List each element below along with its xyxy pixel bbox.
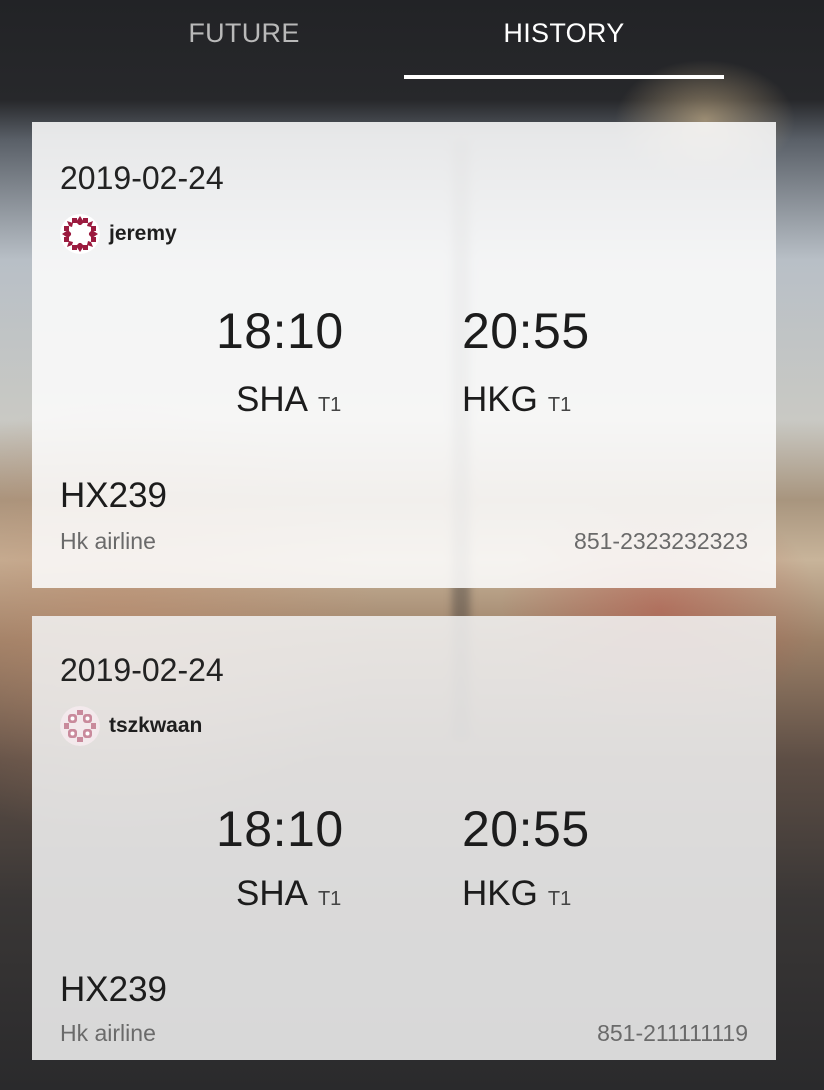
flight-card[interactable]: 2019-02-24 tszkwaan 18:10 20:55 SHA T1 H… xyxy=(32,616,776,1060)
departure-terminal: T1 xyxy=(317,394,342,416)
departure-airport: SHA T1 xyxy=(236,874,341,914)
flight-date: 2019-02-24 xyxy=(60,160,224,196)
user-avatar-icon xyxy=(60,214,100,254)
departure-airport: SHA T1 xyxy=(236,380,341,420)
airline-name: Hk airline xyxy=(60,528,156,554)
departure-time: 18:10 xyxy=(216,801,344,857)
arrival-airport: HKG T1 xyxy=(462,380,571,420)
user-name: tszkwaan xyxy=(109,714,203,737)
arrival-time: 20:55 xyxy=(462,801,590,857)
active-tab-indicator xyxy=(404,75,724,79)
user-avatar-icon xyxy=(60,706,100,746)
flight-user: jeremy xyxy=(60,214,177,254)
flight-user: tszkwaan xyxy=(60,706,202,746)
flight-number: HX239 xyxy=(60,476,168,515)
arrival-airport-code: HKG xyxy=(462,874,538,913)
arrival-airport: HKG T1 xyxy=(462,874,571,914)
arrival-terminal: T1 xyxy=(547,888,572,910)
departure-time: 18:10 xyxy=(216,303,344,359)
flight-number: HX239 xyxy=(60,970,168,1009)
tab-history[interactable]: HISTORY xyxy=(404,0,724,80)
airline-name: Hk airline xyxy=(60,1020,156,1046)
flight-card[interactable]: 2019-02-24 jeremy 18:10 20:55 SHA T1 HKG… xyxy=(32,122,776,588)
departure-terminal: T1 xyxy=(317,888,342,910)
tab-future[interactable]: FUTURE xyxy=(84,0,404,80)
user-name: jeremy xyxy=(109,222,177,245)
departure-airport-code: SHA xyxy=(236,874,308,913)
arrival-airport-code: HKG xyxy=(462,380,538,419)
flight-date: 2019-02-24 xyxy=(60,652,224,688)
tab-bar: FUTURE HISTORY xyxy=(0,0,824,80)
departure-airport-code: SHA xyxy=(236,380,308,419)
airline-phone[interactable]: 851-211111119 xyxy=(597,1020,748,1047)
arrival-terminal: T1 xyxy=(547,394,572,416)
arrival-time: 20:55 xyxy=(462,303,590,359)
airline-phone[interactable]: 851-2323232323 xyxy=(574,528,748,555)
